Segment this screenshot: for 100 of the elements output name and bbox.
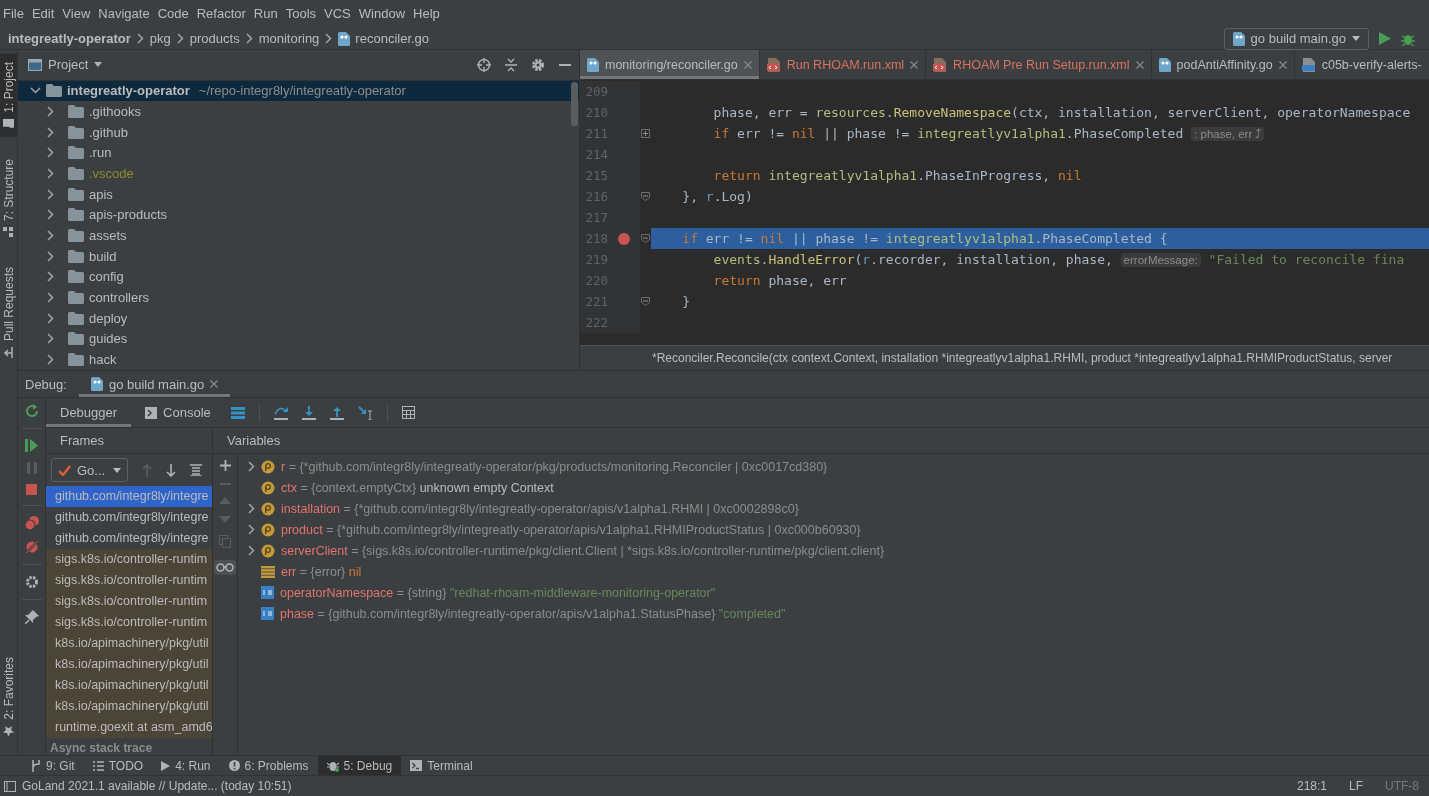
tree-row[interactable]: assets [18, 225, 579, 246]
stack-frame[interactable]: github.com/integr8ly/integre [46, 486, 212, 507]
stack-frame[interactable]: github.com/integr8ly/integre [46, 528, 212, 549]
step-into-icon[interactable] [301, 405, 316, 420]
collapse-all-icon[interactable] [505, 57, 517, 72]
session-tab[interactable]: go build main.go [78, 371, 231, 397]
step-out-icon[interactable] [329, 405, 344, 420]
tree-row[interactable]: guides [18, 328, 579, 350]
menu-item[interactable]: Code [154, 4, 194, 24]
menu-item[interactable]: Tools [282, 4, 322, 24]
locate-icon[interactable] [477, 57, 491, 72]
scrollbar[interactable] [571, 82, 578, 126]
calculator-icon[interactable] [401, 406, 415, 419]
variable-entry[interactable]: product = {*github.com/integr8ly/integreatly-operator/apis/v1alpha1.RHMIProductStatus | 0xc000b60930} [281, 522, 861, 537]
editor-tab[interactable]: RHOAM Pre Run Setup.run.xml [926, 50, 1152, 79]
tool-window-tab[interactable]: Terminal [401, 756, 482, 775]
variable-entry[interactable]: phase = {github.com/integr8ly/integreatly-operator/apis/v1alpha1.StatusPhase} "completed" [280, 606, 786, 621]
editor-tab[interactable]: Run RHOAM.run.xml [759, 50, 927, 79]
close-icon[interactable] [910, 60, 919, 69]
tree-row[interactable]: config [18, 266, 579, 288]
rerun-icon[interactable] [24, 404, 39, 418]
menu-item[interactable]: Run [250, 4, 283, 24]
stack-frame[interactable]: k8s.io/apimachinery/pkg/util [46, 696, 212, 717]
variable-entry[interactable]: ctx = {context.emptyCtx} unknown empty Context [281, 480, 554, 495]
chevron-icon[interactable] [47, 271, 54, 283]
chevron-icon[interactable] [47, 147, 54, 159]
caret-position[interactable]: 218:1 [1296, 779, 1327, 793]
chevron-icon[interactable] [47, 209, 54, 221]
fold-icon[interactable] [641, 192, 650, 201]
pin-icon[interactable] [24, 610, 39, 624]
tree-row[interactable]: .githooks [18, 101, 579, 122]
variable-entry[interactable]: installation = {*github.com/integr8ly/integreatly-operator/apis/v1alpha1.RHMI | 0xc0002898c0} [281, 501, 799, 516]
menu-item[interactable]: Window [355, 4, 411, 24]
run-to-cursor-icon[interactable] [357, 405, 373, 420]
breadcrumb[interactable]: products [189, 31, 240, 46]
tool-window-tab[interactable]: Pull Requests [0, 258, 17, 366]
stack-frame[interactable]: runtime.goexit at asm_amd6 [46, 717, 212, 738]
chevron-icon[interactable] [47, 188, 54, 200]
add-icon[interactable] [219, 460, 231, 471]
stack-frame[interactable]: sigs.k8s.io/controller-runtim [46, 549, 212, 570]
variable-entry[interactable]: operatorNamespace = {string} "redhat-rhoam-middleware-monitoring-operator" [280, 585, 716, 600]
editor-tab[interactable]: c05b-verify-alerts- [1294, 50, 1429, 79]
tree-row[interactable]: deploy [18, 307, 579, 329]
panel-toggle-icon[interactable] [4, 780, 16, 792]
tree-row[interactable]: controllers [18, 287, 579, 308]
stack-frame[interactable]: sigs.k8s.io/controller-runtim [46, 612, 212, 633]
run-icon[interactable] [1379, 32, 1391, 45]
chevron-icon[interactable] [47, 312, 54, 324]
chevron-icon[interactable] [47, 333, 54, 345]
breakpoints-icon[interactable] [24, 516, 39, 530]
panel-title[interactable]: Project [48, 57, 89, 73]
stack-frame[interactable]: k8s.io/apimachinery/pkg/util [46, 675, 212, 696]
breakpoint-icon[interactable] [618, 232, 630, 245]
chevron-icon[interactable] [47, 126, 54, 138]
breadcrumb-separator-icon[interactable] [325, 33, 333, 44]
fold-icon[interactable] [641, 129, 650, 138]
debugger-tab[interactable]: Debugger [46, 398, 132, 427]
close-icon[interactable] [1135, 60, 1144, 69]
variable-entry[interactable]: r = {*github.com/integr8ly/integreatly-operator/pkg/products/monitoring.Reconciler | 0xc0017cd380} [281, 459, 828, 474]
menu-item[interactable]: Navigate [95, 4, 155, 24]
status-message[interactable]: GoLand 2021.1 available // Update... (today 10:51) [22, 779, 292, 793]
tool-window-tab[interactable]: 2: Favorites [0, 649, 17, 745]
caret-icon[interactable] [94, 62, 103, 68]
editor-tab[interactable]: podAntiAffinity.go [1151, 50, 1295, 79]
tool-window-tab[interactable]: 4: Run [152, 756, 220, 775]
tool-window-tab[interactable]: 6: Problems [219, 756, 318, 775]
tool-window-tab[interactable]: 5: Debug [317, 756, 402, 775]
chevron-icon[interactable] [30, 87, 41, 95]
close-icon[interactable] [210, 380, 219, 388]
close-icon[interactable] [1278, 60, 1287, 69]
breadcrumb[interactable]: integreatly-operator [8, 31, 131, 46]
fold-icon[interactable] [641, 297, 650, 306]
run-configuration-dropdown[interactable]: go build main.go [1223, 27, 1369, 50]
stack-frame[interactable]: k8s.io/apimachinery/pkg/util [46, 633, 212, 654]
menu-item[interactable]: View [59, 4, 96, 24]
tool-window-tab[interactable]: 7: Structure [0, 150, 17, 245]
chevron-icon[interactable] [47, 168, 54, 180]
tree-row[interactable]: .github [18, 121, 579, 143]
settings-icon[interactable] [24, 575, 39, 589]
arrow-down-icon[interactable] [166, 463, 176, 477]
stack-frame[interactable]: k8s.io/apimachinery/pkg/util [46, 654, 212, 675]
breadcrumb-separator-icon[interactable] [136, 33, 144, 44]
debugger-tab[interactable]: Console [131, 398, 225, 427]
chevron-icon[interactable] [47, 250, 54, 262]
step-over-icon[interactable] [273, 405, 288, 420]
thread-dropdown[interactable]: Go... [51, 458, 128, 482]
menu-item[interactable]: VCS [321, 4, 356, 24]
variable-entry[interactable]: serverClient = {sigs.k8s.io/controller-runtime/pkg/client.Client | *sigs.k8s.io/controller-runtime/pkg/client.client} [281, 543, 885, 558]
chevron-icon[interactable] [47, 230, 54, 242]
tool-window-tab[interactable]: 1: Project [0, 54, 17, 137]
tree-row[interactable]: apis-products [18, 204, 579, 226]
settings-icon[interactable] [531, 57, 545, 72]
tree-row[interactable]: build [18, 245, 579, 267]
layout-icon[interactable] [230, 406, 245, 419]
variable-entry[interactable]: err = {error} nil [281, 564, 362, 579]
chevron-icon[interactable] [47, 292, 54, 304]
breadcrumb[interactable]: pkg [149, 31, 171, 46]
editor-tab[interactable]: monitoring/reconciler.go [580, 50, 760, 79]
mute-breakpoints-icon[interactable] [24, 540, 39, 554]
tool-window-tab[interactable]: TODO [83, 756, 153, 775]
